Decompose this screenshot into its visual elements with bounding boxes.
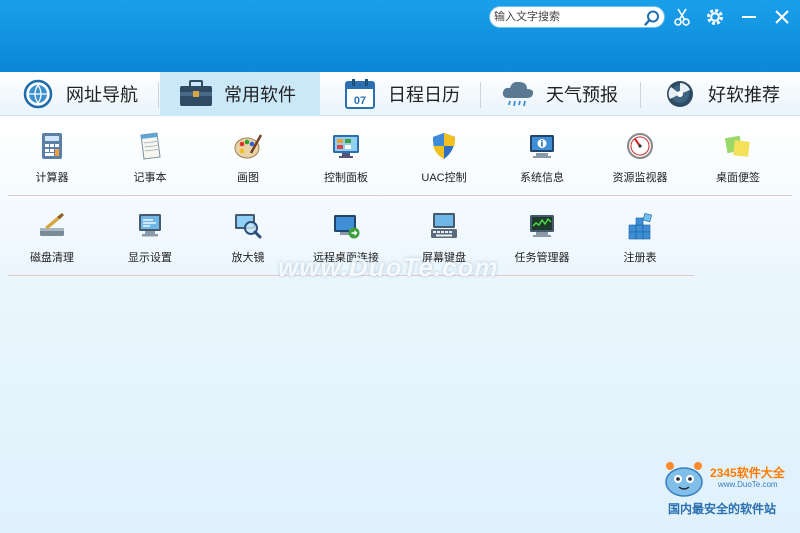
tab-label: 日程日历 <box>388 85 460 105</box>
system-info-button[interactable]: 系统信息 <box>494 117 590 187</box>
disk-cleanup-button[interactable]: 磁盘清理 <box>4 197 100 267</box>
registry-icon <box>628 212 653 240</box>
item-label: 控制面板 <box>324 172 368 184</box>
tab-common-software[interactable]: 常用软件 <box>160 72 320 116</box>
resource-monitor-icon <box>627 133 653 159</box>
resource-monitor-button[interactable]: 资源监视器 <box>592 117 688 187</box>
globe-icon <box>23 79 53 109</box>
calculator-button[interactable]: 计算器 <box>4 117 100 187</box>
cloud-rain-icon <box>502 81 534 107</box>
minimize-icon[interactable] <box>738 6 760 28</box>
tab-separator <box>480 82 481 108</box>
tab-label: 好软推荐 <box>708 85 780 105</box>
search-input[interactable] <box>490 7 640 27</box>
toolbox-icon <box>180 80 212 106</box>
scissors-icon[interactable] <box>671 6 693 28</box>
paint-palette-icon <box>234 134 263 159</box>
paint-button[interactable]: 画图 <box>200 117 296 187</box>
system-info-icon <box>530 135 554 158</box>
display-settings-icon <box>139 214 161 237</box>
tab-label: 天气预报 <box>546 85 618 105</box>
logo-slogan: 国内最安全的软件站 <box>668 502 777 516</box>
tab-separator <box>158 82 159 108</box>
calendar-icon: 07 <box>345 79 375 109</box>
item-label: 记事本 <box>133 172 167 184</box>
tab-recommended[interactable]: 好软推荐 <box>642 72 800 116</box>
item-label: 显示设置 <box>128 252 172 264</box>
uac-control-button[interactable]: UAC控制 <box>396 117 492 187</box>
task-manager-button[interactable]: 任务管理器 <box>494 197 590 267</box>
tab-weather[interactable]: 天气预报 <box>482 72 640 116</box>
title-bar <box>0 0 800 72</box>
tab-website-nav[interactable]: 网址导航 <box>0 72 158 116</box>
site-logo: 2345软件大全 www.DuoTe.com 国内最安全的软件站 <box>660 458 800 533</box>
logo-url: www.DuoTe.com <box>718 480 778 489</box>
item-label: 资源监视器 <box>612 172 668 184</box>
item-label: 系统信息 <box>520 172 564 184</box>
task-manager-icon <box>530 215 554 237</box>
magnifier-icon <box>235 214 262 239</box>
item-label: 磁盘清理 <box>30 252 74 264</box>
tab-separator <box>640 82 641 108</box>
sticky-notes-button[interactable]: 桌面便签 <box>690 117 786 187</box>
control-panel-icon <box>333 135 359 158</box>
calculator-icon <box>42 133 62 159</box>
row-divider <box>8 195 792 196</box>
item-label: 任务管理器 <box>514 252 570 264</box>
logo-brand: 2345软件大全 <box>710 466 785 480</box>
remote-desktop-icon <box>334 215 360 239</box>
uac-shield-icon <box>433 133 455 159</box>
search-icon[interactable] <box>643 9 661 27</box>
sticky-notes-icon <box>724 135 750 157</box>
gear-icon[interactable] <box>704 6 726 28</box>
item-label: 放大镜 <box>231 252 265 264</box>
notepad-icon <box>140 132 161 160</box>
notepad-button[interactable]: 记事本 <box>102 117 198 187</box>
tab-calendar[interactable]: 07 日程日历 <box>322 72 480 116</box>
item-label: UAC控制 <box>421 172 467 184</box>
item-label: 桌面便签 <box>716 172 760 184</box>
item-label: 画图 <box>237 172 259 184</box>
control-panel-button[interactable]: 控制面板 <box>298 117 394 187</box>
mascot-icon <box>665 462 703 497</box>
calendar-day: 07 <box>354 95 366 107</box>
software-row: 计算器 记事本 画图 控制面板 UAC控制 系统信息 资源监视器 桌面便签 <box>0 117 800 197</box>
main-tabs: 网址导航 常用软件 07 日程日历 天气预报 好软推荐 <box>0 72 800 116</box>
search-box[interactable] <box>489 6 665 28</box>
disk-cleanup-icon <box>40 213 64 236</box>
disc-icon <box>667 81 693 107</box>
onscreen-keyboard-icon <box>431 213 457 238</box>
close-icon[interactable] <box>771 6 793 28</box>
item-label: 注册表 <box>623 252 657 264</box>
registry-button[interactable]: 注册表 <box>592 197 688 267</box>
tab-label: 网址导航 <box>66 85 138 105</box>
tab-label: 常用软件 <box>224 85 296 105</box>
watermark-text: www.DuoTe.com <box>278 252 499 282</box>
item-label: 计算器 <box>35 172 69 184</box>
display-settings-button[interactable]: 显示设置 <box>102 197 198 267</box>
